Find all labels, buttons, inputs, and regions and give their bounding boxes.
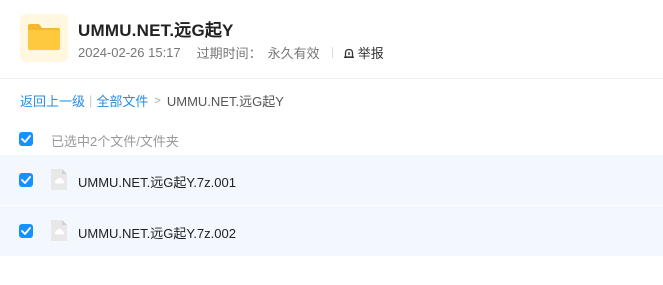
selection-count: 已选中2个文件/文件夹 — [51, 134, 179, 149]
file-icon — [51, 169, 67, 190]
chevron-right-icon: > — [154, 94, 161, 107]
share-page: UMMU.NET.远G起Y 2024-02-26 15:17 过期时间： 永久有… — [0, 0, 663, 285]
expire-value: 永久有效 — [267, 46, 320, 61]
file-name[interactable]: UMMU.NET.远G起Y.7z.002 — [78, 223, 236, 242]
page-title: UMMU.NET.远G起Y — [78, 21, 234, 40]
select-all-checkbox[interactable] — [19, 132, 33, 146]
breadcrumb-divider: | — [89, 93, 93, 108]
report-label: 举报 — [357, 46, 384, 61]
file-name[interactable]: UMMU.NET.远G起Y.7z.001 — [78, 172, 236, 191]
file-row[interactable]: UMMU.NET.远G起Y.7z.002 — [0, 206, 663, 256]
breadcrumb: 返回上一级 | 全部文件 > UMMU.NET.远G起Y — [20, 91, 284, 110]
breadcrumb-current: UMMU.NET.远G起Y — [166, 94, 284, 109]
checkmark-icon — [21, 176, 31, 184]
share-header: UMMU.NET.远G起Y 2024-02-26 15:17 过期时间： 永久有… — [0, 0, 663, 79]
checkmark-icon — [21, 227, 31, 235]
file-icon — [51, 220, 67, 241]
all-files-link[interactable]: 全部文件 — [96, 91, 148, 110]
meta-divider — [331, 47, 333, 58]
report-icon — [343, 48, 354, 58]
report-button[interactable]: 举报 — [343, 43, 384, 62]
share-date: 2024-02-26 15:17 — [78, 45, 181, 60]
file-checkbox[interactable] — [19, 173, 33, 187]
expire-label: 过期时间： — [196, 46, 262, 61]
share-meta: 2024-02-26 15:17 过期时间： 永久有效 举报 — [78, 43, 384, 62]
back-link[interactable]: 返回上一级 — [20, 91, 85, 110]
checkmark-icon — [21, 135, 31, 143]
folder-icon — [20, 14, 68, 62]
select-all-row: 已选中2个文件/文件夹 — [0, 124, 663, 154]
file-checkbox[interactable] — [19, 224, 33, 238]
file-row[interactable]: UMMU.NET.远G起Y.7z.001 — [0, 155, 663, 205]
